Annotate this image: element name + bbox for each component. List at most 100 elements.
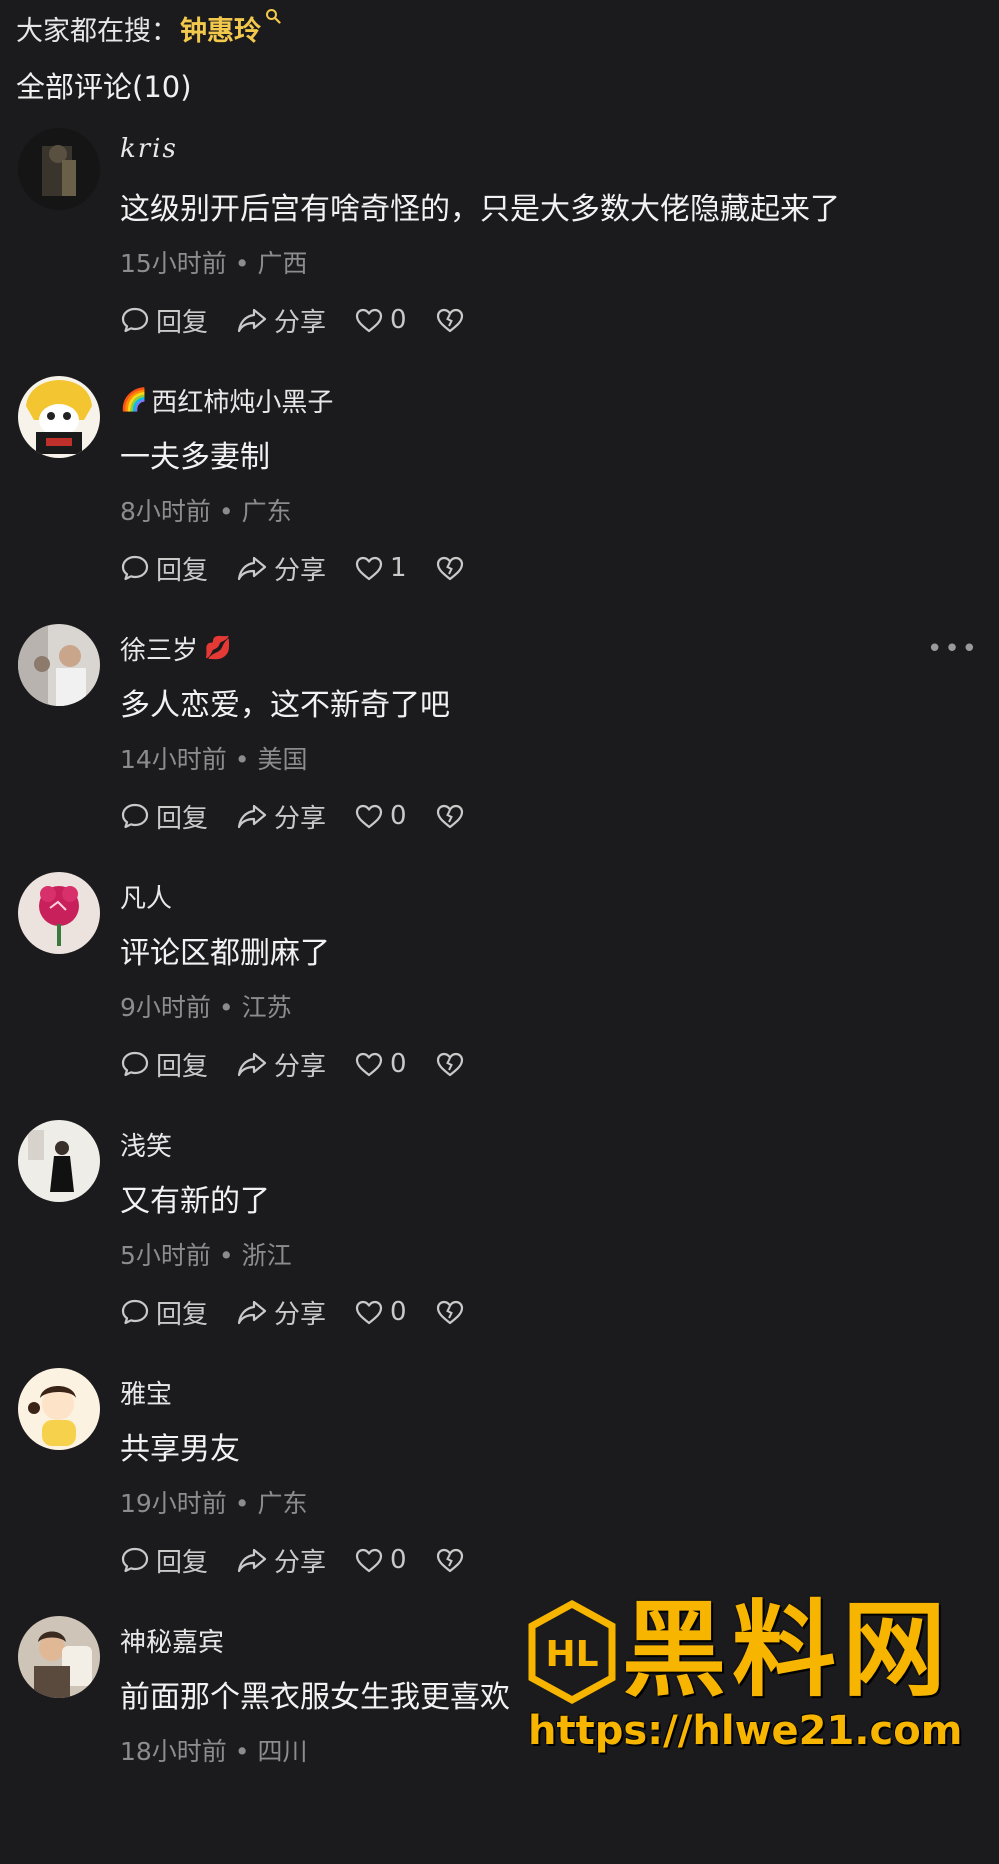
site-watermark: HL 黑料网 https://hlwe21.com [520,1590,990,1758]
avatar[interactable] [18,1368,100,1450]
dislike-button[interactable] [435,1050,471,1078]
comment-actions: 回复 分享 1 [120,548,499,588]
comment-username[interactable]: kris [120,134,178,164]
broken-heart-icon [436,308,463,333]
like-button[interactable]: 0 [354,305,407,335]
comment-content: 评论区都删麻了 [120,936,330,971]
comment-location: 广西 [257,249,308,278]
hot-search-label: 大家都在搜： [16,15,178,47]
like-count: 0 [390,801,407,831]
comment-actions: 回复 分享 0 [120,796,499,836]
share-button[interactable]: 分享 [236,302,326,339]
comment-bubble-icon [121,555,149,581]
reply-button[interactable]: 回复 [120,550,208,587]
broken-heart-icon [436,556,463,581]
share-button[interactable]: 分享 [236,798,326,835]
comment-location: 美国 [257,745,308,774]
share-arrow-icon [237,1052,267,1077]
reply-label: 回复 [156,307,209,338]
broken-heart-icon [436,1052,463,1077]
comment-username[interactable]: 凡人 [120,878,172,915]
share-arrow-icon [237,308,267,333]
share-label: 分享 [274,1051,327,1082]
share-button[interactable]: 分享 [236,1046,326,1083]
like-button[interactable]: 0 [354,801,407,831]
more-dots-icon[interactable]: ••• [927,634,979,664]
reply-label: 回复 [156,1299,209,1330]
like-count: 0 [390,1297,407,1327]
share-label: 分享 [274,803,327,834]
comment-time: 15小时前 [120,249,227,278]
comment-actions: 回复 分享 0 [120,1292,499,1332]
avatar[interactable] [18,1616,100,1698]
share-label: 分享 [274,1299,327,1330]
like-button[interactable]: 1 [354,553,407,583]
reply-button[interactable]: 回复 [120,1294,208,1331]
comment-bubble-icon [121,1299,149,1325]
comment-username[interactable]: 徐三岁 💋 [120,630,231,667]
avatar[interactable] [18,376,100,458]
share-button[interactable]: 分享 [236,550,326,587]
dislike-button[interactable] [435,1298,471,1326]
comment-item: 🌈 西红柿炖小黑子 一夫多妻制 8小时前 • 广东 回复 分享 1 [0,376,999,624]
hot-search-keyword[interactable]: 钟惠玲 [180,9,261,48]
comment-content: 一夫多妻制 [120,440,270,475]
comment-meta: 14小时前 • 美国 [120,740,307,776]
comment-username[interactable]: 神秘嘉宾 [120,1622,224,1659]
comment-actions: 回复 分享 0 [120,300,499,340]
comment-content: 这级别开后宫有啥奇怪的，只是大多数大佬隐藏起来了 [120,192,840,227]
reply-button[interactable]: 回复 [120,1542,208,1579]
comment-meta: 18小时前 • 四川 [120,1732,307,1768]
meta-separator: • [218,993,242,1022]
meta-separator: • [234,1737,258,1766]
dislike-button[interactable] [435,306,471,334]
comment-time: 14小时前 [120,745,227,774]
share-arrow-icon [237,556,267,581]
comment-item: 雅宝 共享男友 19小时前 • 广东 回复 分享 0 [0,1368,999,1616]
share-button[interactable]: 分享 [236,1542,326,1579]
dislike-button[interactable] [435,802,471,830]
search-icon [265,8,281,29]
reply-button[interactable]: 回复 [120,1046,208,1083]
heart-icon [355,1052,383,1077]
comment-content: 前面那个黑衣服女生我更喜欢 [120,1680,510,1715]
reply-button[interactable]: 回复 [120,798,208,835]
reply-button[interactable]: 回复 [120,302,208,339]
dislike-button[interactable] [435,554,471,582]
avatar[interactable] [18,1120,100,1202]
like-button[interactable]: 0 [354,1545,407,1575]
share-label: 分享 [274,555,327,586]
reply-label: 回复 [156,1547,209,1578]
like-button[interactable]: 0 [354,1049,407,1079]
reply-label: 回复 [156,1051,209,1082]
comment-time: 18小时前 [120,1737,227,1766]
share-arrow-icon [237,1548,267,1573]
avatar[interactable] [18,872,100,954]
heart-icon [355,1300,383,1325]
dislike-button[interactable] [435,1546,471,1574]
comment-bubble-icon [121,803,149,829]
like-count: 1 [390,553,407,583]
comment-location: 四川 [257,1737,308,1766]
like-button[interactable]: 0 [354,1297,407,1327]
share-button[interactable]: 分享 [236,1294,326,1331]
heart-icon [355,556,383,581]
comment-username[interactable]: 浅笑 [120,1126,172,1163]
avatar[interactable] [18,128,100,210]
reply-label: 回复 [156,555,209,586]
comment-item: kris 这级别开后宫有啥奇怪的，只是大多数大佬隐藏起来了 15小时前 • 广西… [0,128,999,376]
broken-heart-icon [436,1300,463,1325]
meta-separator: • [218,1241,242,1270]
hot-search-bar[interactable]: 大家都在搜： 钟惠玲 [16,6,281,50]
share-arrow-icon [237,804,267,829]
broken-heart-icon [436,1548,463,1573]
heart-icon [355,1548,383,1573]
comment-meta: 15小时前 • 广西 [120,244,307,280]
comment-bubble-icon [121,307,149,333]
rainbow-icon: 🌈 [120,388,148,413]
comment-username[interactable]: 雅宝 [120,1374,172,1411]
avatar[interactable] [18,624,100,706]
comment-count-heading: 全部评论(10) [16,70,192,104]
reply-label: 回复 [156,803,209,834]
comment-username[interactable]: 🌈 西红柿炖小黑子 [120,382,333,419]
